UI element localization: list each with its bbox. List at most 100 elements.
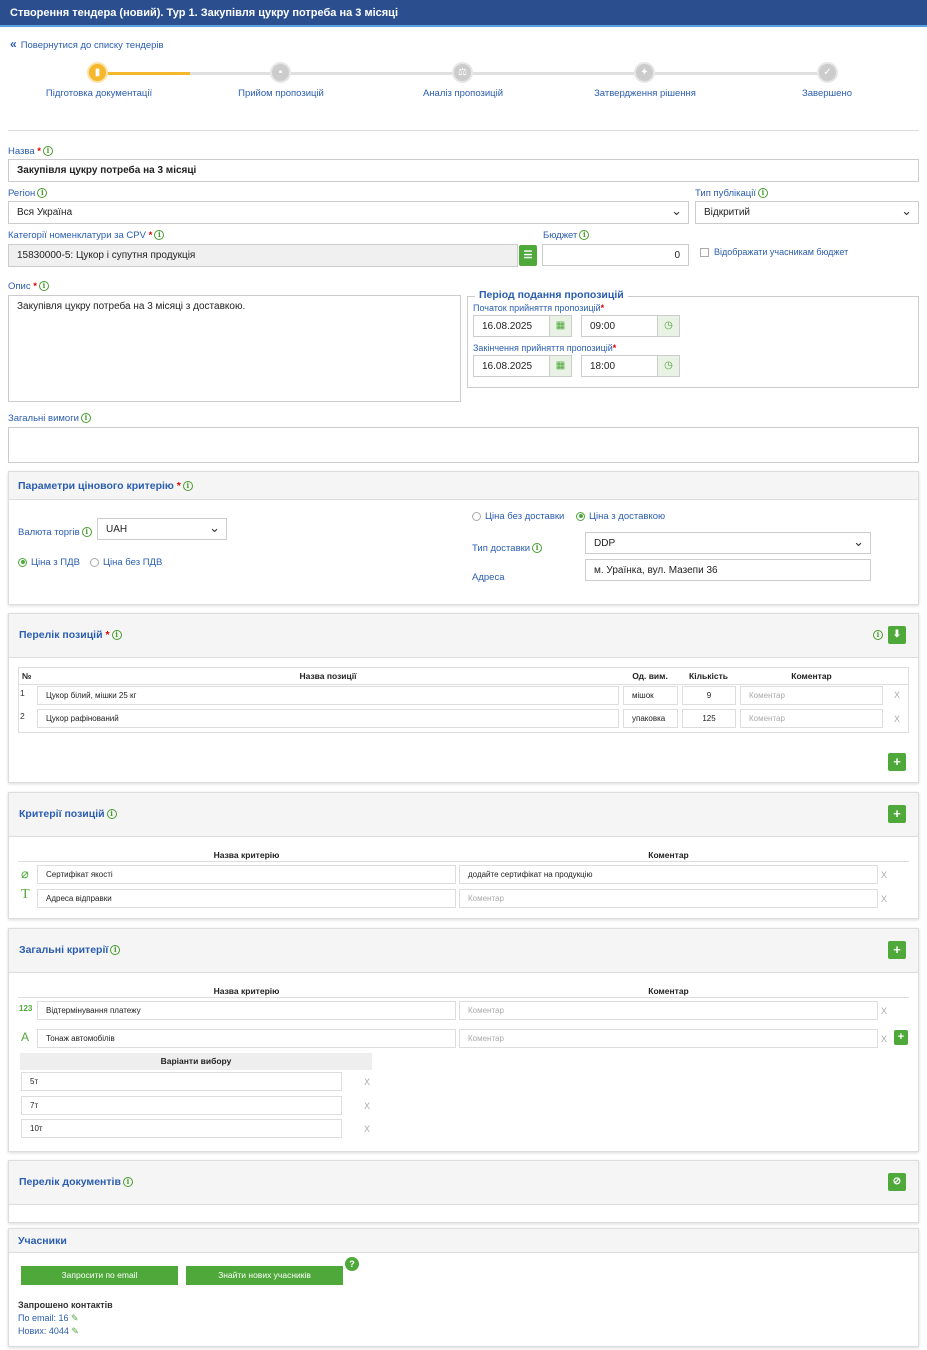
criterion-name-input[interactable]: Адреса відправки (37, 889, 456, 908)
cpv-input[interactable]: 15830000-5: Цукор і супутня продукція (8, 244, 518, 267)
address-label: Адреса (472, 572, 505, 583)
pos-criteria-header: Критерії позицій i (9, 793, 918, 837)
info-icon: i (532, 543, 543, 554)
vat-off-radio[interactable]: Ціна без ПДВ (90, 557, 162, 568)
row-number: 1 (20, 688, 25, 698)
position-comment-input[interactable]: Коментар (740, 686, 883, 705)
info-icon: i (81, 413, 91, 424)
step-gavel-icon[interactable]: ✦ (634, 62, 655, 83)
remove-icon[interactable]: X (894, 690, 900, 700)
region-select[interactable]: Вся Україна (8, 201, 689, 224)
info-icon: i (154, 230, 165, 241)
edit-icon: ✎ (71, 1326, 79, 1336)
delivery-type-label: Тип доставки i (472, 543, 543, 554)
double-chevron-left-icon: « (10, 37, 17, 51)
step-documents-icon[interactable]: ▮ (87, 62, 108, 83)
download-button[interactable]: ⬇ (888, 626, 906, 644)
step-label-2: Прийом пропозицій (238, 88, 324, 99)
back-link[interactable]: «Повернутися до списку тендерів (10, 37, 164, 51)
pubtype-select[interactable]: Відкритий (695, 201, 919, 224)
budget-label: Бюджет i (543, 230, 590, 241)
remove-icon[interactable]: X (894, 714, 900, 724)
col-number: № (22, 671, 32, 681)
calendar-icon[interactable]: ▦ (550, 355, 572, 377)
edit-icon: ✎ (71, 1313, 79, 1323)
remove-icon[interactable]: X (364, 1101, 370, 1111)
pubtype-label: Тип публікації i (695, 188, 768, 199)
col-unit: Од. вим. (632, 671, 668, 681)
help-icon[interactable]: ? (345, 1257, 359, 1271)
currency-select[interactable]: UAH (97, 518, 227, 540)
criterion-name-input[interactable]: Тонаж автомобілів (37, 1029, 456, 1048)
with-delivery-radio[interactable]: Ціна з доставкою (576, 511, 665, 522)
desc-label: Опис * i (8, 281, 49, 292)
info-icon: i (37, 188, 48, 199)
period-title: Період подання пропозицій (475, 289, 628, 301)
info-icon: i (758, 188, 768, 199)
show-budget-label: Відображати учасникам бюджет (714, 247, 849, 257)
remove-icon[interactable]: X (364, 1124, 370, 1134)
variant-input[interactable]: 5т (21, 1072, 342, 1091)
remove-icon[interactable]: X (364, 1077, 370, 1087)
spellcheck-icon: A (21, 1030, 30, 1044)
start-label: Початок прийняття пропозицій* (473, 303, 605, 313)
general-req-textarea[interactable] (8, 427, 919, 463)
by-email-count: По email: 16 ✎ (18, 1313, 79, 1323)
vat-on-radio[interactable]: Ціна з ПДВ (18, 557, 80, 568)
clock-icon[interactable]: ◷ (658, 355, 680, 377)
criterion-comment-input[interactable]: Коментар (459, 1029, 878, 1048)
currency-label: Валюта торгів i (18, 527, 92, 538)
position-qty-input[interactable]: 9 (682, 686, 736, 705)
col-criterion-name: Назва критерію (213, 986, 280, 996)
find-participants-button[interactable]: Знайти нових учасників (186, 1266, 343, 1285)
remove-icon[interactable]: X (881, 870, 887, 880)
name-input[interactable]: Закупівля цукру потреба на 3 місяці (8, 159, 919, 182)
address-input[interactable]: м. Ураїнка, вул. Мазепи 36 (585, 559, 871, 581)
start-time-input[interactable]: 09:00 (581, 315, 658, 337)
page-title: Створення тендера (новий). Тур 1. Закупі… (10, 7, 398, 19)
page-header: Створення тендера (новий). Тур 1. Закупі… (0, 0, 927, 27)
info-icon: i (81, 527, 92, 538)
criterion-comment-input[interactable]: додайте сертифікат на продукцію (459, 865, 878, 884)
cpv-list-icon[interactable]: ☰ (519, 245, 537, 266)
end-time-input[interactable]: 18:00 (581, 355, 658, 377)
criterion-comment-input[interactable]: Коментар (459, 889, 878, 908)
criterion-name-input[interactable]: Відтермінування платежу (37, 1001, 456, 1020)
add-gen-criterion-button[interactable]: + (888, 941, 906, 959)
remove-icon[interactable]: X (881, 894, 887, 904)
position-comment-input[interactable]: Коментар (740, 709, 883, 728)
show-budget-checkbox[interactable] (700, 248, 709, 257)
calendar-icon[interactable]: ▦ (550, 315, 572, 337)
position-unit-input[interactable]: мішок (623, 686, 678, 705)
step-label-5: Завершено (802, 88, 852, 99)
attach-document-button[interactable]: ⊘ (888, 1173, 906, 1191)
remove-icon[interactable]: X (881, 1034, 887, 1044)
step-check-icon[interactable]: ✓ (817, 62, 838, 83)
position-name-input[interactable]: Цукор рафінований (37, 709, 619, 728)
step-scales-icon[interactable]: ⚖ (452, 62, 473, 83)
desc-textarea[interactable]: Закупівля цукру потреба на 3 місяці з до… (8, 295, 461, 402)
add-pos-criterion-button[interactable]: + (888, 805, 906, 823)
invite-email-button[interactable]: Запросити по email (21, 1266, 178, 1285)
end-date-input[interactable]: 16.08.2025 (473, 355, 550, 377)
position-unit-input[interactable]: упаковка (623, 709, 678, 728)
info-icon: i (38, 281, 49, 292)
position-name-input[interactable]: Цукор білий, мішки 25 кг (37, 686, 619, 705)
add-position-button[interactable]: + (888, 753, 906, 771)
info-icon: i (42, 146, 53, 157)
remove-icon[interactable]: X (881, 1006, 887, 1016)
add-variant-button[interactable]: + (894, 1030, 908, 1045)
no-delivery-radio[interactable]: Ціна без доставки (472, 511, 564, 522)
clock-icon[interactable]: ◷ (658, 315, 680, 337)
general-req-label: Загальні вимоги i (8, 413, 91, 424)
documents-header: Перелік документів i (9, 1161, 918, 1205)
start-date-input[interactable]: 16.08.2025 (473, 315, 550, 337)
budget-input[interactable]: 0 (542, 244, 689, 266)
step-briefcase-icon[interactable]: ▪ (270, 62, 291, 83)
criterion-comment-input[interactable]: Коментар (459, 1001, 878, 1020)
position-qty-input[interactable]: 125 (682, 709, 736, 728)
variant-input[interactable]: 7т (21, 1096, 342, 1115)
delivery-type-select[interactable]: DDP (585, 532, 871, 554)
criterion-name-input[interactable]: Сертифікат якості (37, 865, 456, 884)
variant-input[interactable]: 10т (21, 1119, 342, 1138)
